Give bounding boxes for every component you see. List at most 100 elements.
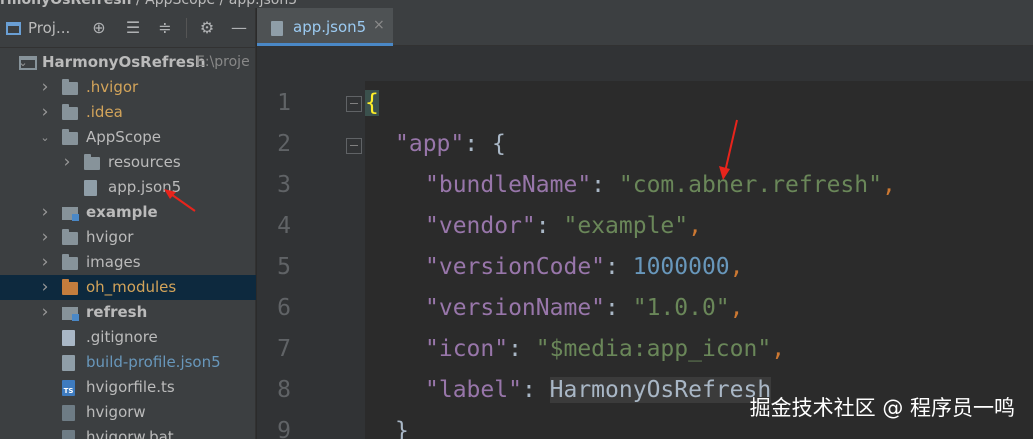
- code-line-8: "label": HarmonyOsRefresh: [425, 377, 772, 403]
- project-window-icon: [6, 22, 21, 35]
- toolbar-divider: [186, 18, 187, 38]
- expand-all-icon[interactable]: ≑: [154, 17, 176, 39]
- matched-brace: {: [365, 90, 379, 116]
- text-file-icon: [62, 330, 75, 346]
- fold-marker-icon[interactable]: [346, 96, 362, 112]
- tab-label: app.json5: [293, 18, 367, 36]
- annotation-arrow-icon: [164, 189, 196, 212]
- punctuation: : {: [464, 131, 506, 157]
- tree-item[interactable]: › refresh: [0, 300, 256, 325]
- json-number: 1000000: [632, 254, 730, 280]
- breadcrumb-folder[interactable]: AppScope: [145, 0, 215, 8]
- code-line-1: {: [365, 90, 379, 116]
- chevron-right-icon[interactable]: ›: [39, 275, 51, 300]
- tree-item[interactable]: › oh_modules: [0, 275, 256, 300]
- tree-item[interactable]: ⌄ AppScope: [0, 125, 256, 150]
- tree-item[interactable]: hvigorw: [0, 400, 256, 425]
- line-number: 6: [277, 295, 291, 321]
- editor-gutter: 1 2 3 4 5 6 7 8 9: [257, 81, 365, 439]
- json-key: "bundleName": [425, 172, 592, 198]
- tree-item[interactable]: › hvigor: [0, 225, 256, 250]
- tree-item[interactable]: TS hvigorfile.ts: [0, 375, 256, 400]
- json-key: "icon": [425, 336, 509, 362]
- chevron-right-icon[interactable]: ›: [39, 75, 51, 100]
- code-line-6: "versionName": "1.0.0",: [425, 295, 744, 321]
- tree-item-label: resources: [108, 153, 181, 171]
- code-editor[interactable]: { "app": { "bundleName": "com.abner.refr…: [365, 81, 1033, 439]
- json-string: "example": [563, 213, 689, 239]
- module-folder-icon: [62, 307, 79, 321]
- tree-item-label: HarmonyOsRefresh: [42, 53, 206, 71]
- navigation-breadcrumb: rmonyOsRefresh / AppScope / app.json5: [0, 0, 1033, 8]
- project-panel-header: Proj... ⊕ ☰ ≑ ⚙ —: [0, 8, 256, 48]
- target-icon[interactable]: ⊕: [88, 17, 110, 39]
- json-file-icon: [62, 355, 75, 371]
- project-panel: Proj... ⊕ ☰ ≑ ⚙ — ⌄ HarmonyOsRefresh E:\pr…: [0, 8, 256, 439]
- tree-item-label: hvigor: [86, 228, 134, 246]
- tree-item-label: hvigorfile.ts: [86, 378, 175, 396]
- tree-item-label: images: [86, 253, 141, 271]
- json-string: "1.0.0": [632, 295, 730, 321]
- line-number: 1: [277, 90, 291, 116]
- line-number: 3: [277, 172, 291, 198]
- tree-item[interactable]: build-profile.json5: [0, 350, 256, 375]
- chevron-right-icon[interactable]: ›: [39, 100, 51, 125]
- collapse-all-icon[interactable]: ☰: [122, 17, 144, 39]
- minimize-icon[interactable]: —: [228, 17, 250, 39]
- editor-breadcrumb-bar: [257, 46, 1033, 81]
- tree-item-label: .hvigor: [86, 78, 139, 96]
- typescript-file-icon: TS: [62, 380, 75, 396]
- tree-item[interactable]: › .idea: [0, 100, 256, 125]
- breadcrumb-project[interactable]: rmonyOsRefresh: [0, 0, 132, 8]
- tree-item[interactable]: .gitignore: [0, 325, 256, 350]
- gear-icon[interactable]: ⚙: [196, 17, 218, 39]
- fold-marker-icon[interactable]: [346, 138, 362, 154]
- script-file-icon: [62, 430, 75, 439]
- tree-item-label: AppScope: [86, 128, 161, 146]
- chevron-right-icon[interactable]: ›: [61, 150, 73, 175]
- folder-icon: [62, 79, 78, 95]
- code-line-4: "vendor": "example",: [425, 213, 702, 239]
- tree-item-label: hvigorw.bat: [86, 428, 174, 439]
- code-line-2: "app": {: [395, 131, 506, 157]
- breadcrumb-file[interactable]: app.json5: [229, 0, 297, 8]
- code-line-9: }: [395, 418, 409, 439]
- json-file-icon: [271, 21, 283, 36]
- script-file-icon: [62, 405, 75, 421]
- json-key: "vendor": [425, 213, 536, 239]
- chevron-right-icon[interactable]: ›: [39, 300, 51, 325]
- module-folder-icon: [62, 207, 79, 221]
- editor-tab-bar: app.json5 ×: [257, 8, 1033, 46]
- json-key: "app": [395, 131, 465, 157]
- tree-item[interactable]: › images: [0, 250, 256, 275]
- tree-item-label: hvigorw: [86, 403, 146, 421]
- project-panel-title[interactable]: Proj...: [28, 19, 70, 37]
- line-number: 8: [277, 377, 291, 403]
- project-path: E:\proje: [196, 54, 250, 70]
- folder-icon: [62, 279, 78, 295]
- json-string-folded[interactable]: HarmonyOsRefresh: [549, 377, 772, 403]
- folder-icon: [62, 254, 78, 270]
- close-icon[interactable]: ×: [373, 17, 385, 33]
- chevron-right-icon[interactable]: ›: [39, 250, 51, 275]
- folder-icon: [62, 229, 78, 245]
- line-number: 4: [277, 213, 291, 239]
- code-line-7: "icon": "$media:app_icon",: [425, 336, 786, 362]
- tree-item-label: build-profile.json5: [86, 353, 221, 371]
- tree-item[interactable]: ⌄ HarmonyOsRefresh E:\proje: [0, 50, 256, 75]
- line-number: 9: [277, 418, 291, 439]
- chevron-right-icon[interactable]: ›: [39, 225, 51, 250]
- tree-item[interactable]: › example: [0, 200, 256, 225]
- editor-tab-app-json5[interactable]: app.json5 ×: [257, 8, 393, 46]
- tree-item[interactable]: › resources: [0, 150, 256, 175]
- tree-item[interactable]: app.json5: [0, 175, 256, 200]
- tree-item-label: refresh: [86, 303, 148, 321]
- project-tree: ⌄ HarmonyOsRefresh E:\proje › .hvigor › .idea ⌄…: [0, 50, 256, 439]
- json-key: "label": [425, 377, 522, 403]
- tree-item[interactable]: hvigorw.bat: [0, 425, 256, 439]
- tree-item-label: .gitignore: [86, 328, 158, 346]
- tree-item[interactable]: › .hvigor: [0, 75, 256, 100]
- chevron-right-icon[interactable]: ›: [39, 200, 51, 225]
- chevron-down-icon[interactable]: ⌄: [39, 125, 51, 150]
- folder-icon: [84, 154, 100, 170]
